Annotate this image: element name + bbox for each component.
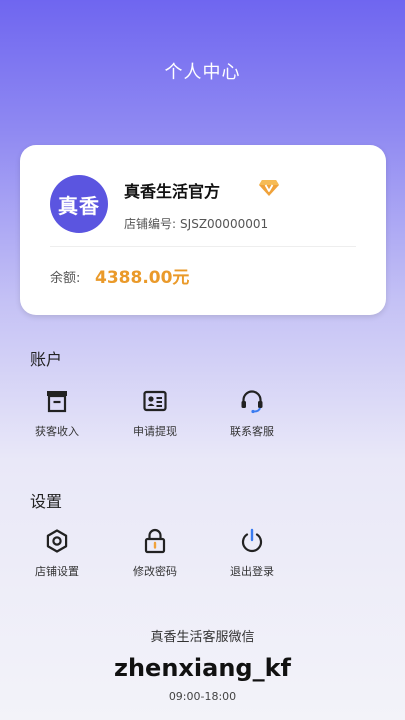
- balance-value: 4388.00元: [95, 268, 190, 288]
- menu-item-change-password[interactable]: 修改密码: [120, 528, 190, 579]
- menu-label: 店铺设置: [35, 565, 79, 578]
- store-id: 店铺编号: SJSZ00000001: [124, 215, 268, 232]
- support-wechat-id: zhenxiang_kf: [114, 654, 291, 682]
- menu-item-store-settings[interactable]: 店铺设置: [22, 528, 92, 579]
- lock-icon: [144, 528, 166, 554]
- store-id-label: 店铺编号:: [124, 217, 177, 231]
- page-title: 个人中心: [164, 62, 241, 83]
- menu-item-support[interactable]: 联系客服: [217, 388, 287, 439]
- divider: [50, 246, 356, 247]
- store-id-value: SJSZ00000001: [180, 217, 269, 231]
- headset-icon: [241, 390, 263, 414]
- menu-item-withdraw[interactable]: 申请提现: [120, 388, 190, 439]
- menu-label: 获客收入: [35, 425, 79, 438]
- gear-icon: [46, 529, 68, 553]
- settings-section-title: 设置: [30, 492, 63, 511]
- support-hours: 09:00-18:00: [168, 690, 237, 703]
- menu-item-income[interactable]: 获客收入: [22, 388, 92, 439]
- diamond-v-icon: [259, 180, 279, 196]
- menu-label: 退出登录: [230, 565, 274, 578]
- avatar[interactable]: 真香: [50, 175, 108, 233]
- menu-label: 申请提现: [133, 425, 177, 438]
- account-section-title: 账户: [30, 350, 63, 369]
- inbox-icon: [47, 391, 67, 413]
- menu-label: 修改密码: [133, 565, 177, 578]
- support-wechat-label: 真香生活客服微信: [150, 630, 255, 645]
- menu-item-logout[interactable]: 退出登录: [217, 528, 287, 579]
- balance-label: 余额:: [50, 271, 81, 286]
- power-icon: [241, 528, 263, 553]
- store-name: 真香生活官方: [124, 182, 221, 201]
- menu-label: 联系客服: [230, 425, 274, 438]
- profile-card: 真香 真香生活官方 店铺编号: SJSZ00000001 余额: 4388.00元: [20, 145, 386, 315]
- id-card-icon: [143, 390, 167, 412]
